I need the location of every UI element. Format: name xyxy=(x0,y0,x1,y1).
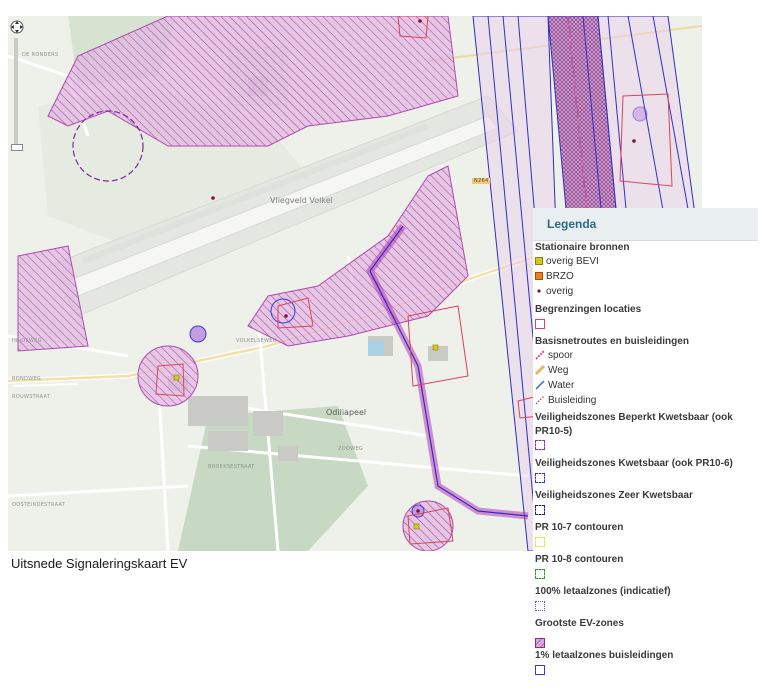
bevi-marker-1[interactable] xyxy=(432,344,439,351)
road-label: ZOOWEG xyxy=(338,446,364,452)
road-label: RONDWEG xyxy=(12,376,42,382)
overig-marker-2[interactable] xyxy=(632,139,636,143)
place-label-vliegveld: Vliegveld Volkel xyxy=(270,196,333,205)
overig-marker-3[interactable] xyxy=(418,19,422,23)
legend-section-pr107: PR 10-7 contouren xyxy=(535,522,624,533)
dashed-blue-square-icon xyxy=(535,473,545,483)
legend-header: Legenda xyxy=(533,208,758,241)
legend-panel: Legenda Stationaire bronnen overig BEVI … xyxy=(533,208,758,697)
pond xyxy=(368,341,384,355)
dashed-purple-square-icon xyxy=(535,440,545,450)
dotted-blue-square-icon xyxy=(535,601,545,611)
legend-section-letaal1: 1% letaalzones buisleidingen xyxy=(535,650,674,661)
legend-title: Legenda xyxy=(547,217,597,231)
dashed-green-square-icon xyxy=(535,569,545,579)
legend-item-label: overig BEVI xyxy=(546,256,599,267)
legend-section-grootste: Grootste EV-zones xyxy=(535,618,624,629)
dashed-navy-square-icon xyxy=(535,505,545,515)
water-icon xyxy=(535,380,545,390)
zoom-slider[interactable] xyxy=(14,38,18,146)
blue-square-icon xyxy=(535,665,545,675)
dot-icon xyxy=(535,287,543,295)
legend-section-basisnet: Basisnetroutes en buisleidingen xyxy=(535,336,689,347)
legend-item-label: Weg xyxy=(548,365,569,376)
road-label: OOSTEINDESTRAAT xyxy=(12,502,66,508)
red-outline-square-icon xyxy=(535,319,545,329)
legend-section-zone-zk: Veiligheidszones Zeer Kwetsbaar xyxy=(535,490,693,501)
legend-section-zone-bk: Veiligheidszones Beperkt Kwetsbaar (ook … xyxy=(535,412,733,437)
legend-item-water: Water xyxy=(535,380,574,391)
zoom-handle[interactable] xyxy=(11,144,23,151)
legend-item-label: Water xyxy=(548,380,575,391)
dashed-yellow-square-icon xyxy=(535,537,545,547)
place-label-odiliapeel: Odiliapeel xyxy=(326,408,367,417)
legend-item-label: overig xyxy=(546,286,574,297)
overig-marker-4[interactable] xyxy=(416,509,420,513)
legend-item-spoor: spoor xyxy=(535,350,573,361)
hatched-square-icon xyxy=(535,633,545,648)
legend-item-label: BRZO xyxy=(546,271,574,282)
yellow-square-icon xyxy=(535,257,543,266)
pipeline-icon xyxy=(535,395,545,405)
zone-circle-5 xyxy=(189,325,207,343)
legend-section-letaal100: 100% letaalzones (indicatief) xyxy=(535,586,671,597)
bevi-marker-3[interactable] xyxy=(413,523,420,530)
road-icon xyxy=(534,365,546,376)
legend-section-pr108: PR 10-8 contouren xyxy=(535,554,624,565)
legend-item-label: Buisleiding xyxy=(548,395,597,406)
map-caption: Uitsnede Signaleringskaart EV xyxy=(11,556,188,571)
legend-item-brzo: BRZO xyxy=(535,271,574,282)
road-shield: N264 xyxy=(472,178,491,184)
legend-item-buisleiding: Buisleiding xyxy=(535,395,596,406)
bevi-marker-2[interactable] xyxy=(173,374,180,381)
road-label: HEIDEWEG xyxy=(12,338,42,344)
rail-icon xyxy=(535,350,545,361)
pan-arrows-icon xyxy=(10,20,24,34)
road-label: ROUWSTRAAT xyxy=(12,394,51,400)
legend-item-overig-bevi: overig BEVI xyxy=(535,256,599,267)
road-label: DE RONDERS xyxy=(22,52,59,58)
legend-item-label: spoor xyxy=(548,350,574,361)
legend-section-zone-k: Veiligheidszones Kwetsbaar (ook PR10-6) xyxy=(535,458,733,469)
overig-marker-5[interactable] xyxy=(284,314,288,318)
legend-item-weg: Weg xyxy=(534,365,569,376)
road-label: VOLKELSEWEG xyxy=(236,338,277,344)
orange-square-icon xyxy=(535,272,543,281)
legend-item-overig: overig xyxy=(535,286,573,297)
legend-section-stationary: Stationaire bronnen xyxy=(535,242,630,253)
zone-circle-2 xyxy=(137,345,199,407)
overig-marker-1[interactable] xyxy=(211,196,215,200)
legend-section-begrenzingen: Begrenzingen locaties xyxy=(535,304,642,315)
pan-control[interactable] xyxy=(10,20,24,34)
road-label: BROEKSESTRAAT xyxy=(208,464,255,470)
